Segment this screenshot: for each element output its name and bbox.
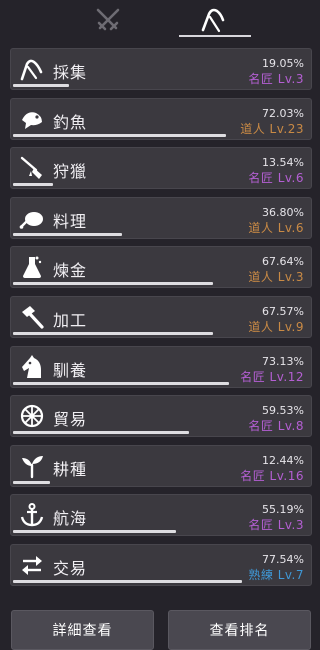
skill-row-gathering[interactable]: 採集 19.05% 名匠 Lv.3 <box>10 48 312 90</box>
skill-progress-bar <box>13 381 229 385</box>
skill-row-cooking[interactable]: 料理 36.80% 道人 Lv.6 <box>10 196 312 239</box>
skill-progress-bar <box>13 282 213 286</box>
skill-progress-bar <box>13 431 189 435</box>
skill-percent: 55.19% <box>262 503 304 517</box>
skill-percent: 73.13% <box>262 354 304 368</box>
view-details-button[interactable]: 詳細查看 <box>11 610 154 650</box>
skill-percent: 36.80% <box>262 205 304 219</box>
skill-name: 狩獵 <box>53 162 88 182</box>
skill-progress-bar <box>13 480 50 484</box>
skill-progress-bar <box>13 530 176 534</box>
anchor-icon <box>20 503 44 527</box>
skill-percent: 19.05% <box>262 57 304 70</box>
fish-icon <box>22 111 42 129</box>
skill-row-fishing[interactable]: 釣魚 72.03% 道人 Lv.23 <box>10 97 312 140</box>
skill-rank: 道人 Lv.9 <box>248 319 304 334</box>
skill-row-alchemy[interactable]: 煉金 67.64% 道人 Lv.3 <box>10 246 312 289</box>
skill-rank: 名匠 Lv.16 <box>240 468 304 483</box>
skill-percent: 67.57% <box>262 304 304 318</box>
skill-name: 航海 <box>53 509 88 529</box>
roast-meat-icon <box>19 211 43 229</box>
skill-row-hunting[interactable]: 狩獵 13.54% 名匠 Lv.6 <box>10 147 312 190</box>
skill-progress-bar <box>13 133 226 137</box>
crossed-swords-icon <box>96 8 120 31</box>
skill-row-processing[interactable]: 加工 67.57% 道人 Lv.9 <box>10 295 312 338</box>
skill-progress-bar <box>13 331 213 335</box>
skill-rank: 名匠 Lv.3 <box>248 72 304 86</box>
skill-row-trading[interactable]: 貿易 59.53% 名匠 Lv.8 <box>10 395 312 438</box>
skill-name: 加工 <box>53 310 88 330</box>
skill-name: 貿易 <box>53 410 88 430</box>
tab-combat[interactable] <box>73 0 143 40</box>
ship-wheel-icon <box>20 405 44 428</box>
skill-name: 採集 <box>53 63 88 82</box>
sprout-icon <box>22 455 43 478</box>
skill-row-training[interactable]: 馴養 73.13% 名匠 Lv.12 <box>10 345 312 388</box>
skill-name: 釣魚 <box>53 112 88 132</box>
exchange-arrows-icon <box>22 555 42 575</box>
skill-name: 交易 <box>53 558 88 578</box>
skill-name: 料理 <box>53 211 88 231</box>
view-ranking-button[interactable]: 查看排名 <box>168 610 311 650</box>
life-skill-list: 採集 19.05% 名匠 Lv.3 釣魚 72.03% 道人 Lv.23 狩獵 … <box>10 48 312 594</box>
skill-name: 馴養 <box>53 360 88 380</box>
active-tab-indicator <box>179 35 251 37</box>
skill-percent: 77.54% <box>262 552 304 566</box>
skill-rank: 道人 Lv.3 <box>248 270 304 285</box>
tab-bar <box>0 0 320 40</box>
skill-percent: 72.03% <box>262 106 304 120</box>
skill-row-farming[interactable]: 耕種 12.44% 名匠 Lv.16 <box>10 444 312 487</box>
skill-percent: 13.54% <box>262 156 304 170</box>
horse-head-icon <box>22 354 41 378</box>
skill-rank: 名匠 Lv.6 <box>248 171 304 186</box>
skill-percent: 59.53% <box>262 404 304 418</box>
skill-rank: 道人 Lv.23 <box>240 121 304 136</box>
skill-rank: 名匠 Lv.8 <box>248 419 304 434</box>
flask-icon <box>23 256 42 279</box>
skill-progress-bar <box>13 579 242 583</box>
hammer-icon <box>22 305 44 329</box>
skill-name: 耕種 <box>53 459 88 479</box>
skill-name: 煉金 <box>53 261 88 281</box>
skill-row-sailing[interactable]: 航海 55.19% 名匠 Lv.3 <box>10 494 312 537</box>
skill-progress-bar <box>13 183 53 187</box>
skill-row-barter[interactable]: 交易 77.54% 熟練 Lv.7 <box>10 543 312 586</box>
sickle-icon <box>20 59 43 81</box>
tab-life-skills[interactable] <box>178 0 251 40</box>
skill-rank: 名匠 Lv.3 <box>248 518 304 533</box>
skill-progress-bar <box>13 84 69 87</box>
skill-progress-bar <box>13 232 122 236</box>
skill-rank: 名匠 Lv.12 <box>240 369 304 384</box>
skill-percent: 12.44% <box>262 453 304 467</box>
rifle-icon <box>20 156 42 180</box>
sickle-icon <box>201 8 225 33</box>
skill-percent: 67.64% <box>262 255 304 269</box>
skill-rank: 道人 Lv.6 <box>248 220 304 235</box>
skill-rank: 熟練 Lv.7 <box>248 567 304 582</box>
